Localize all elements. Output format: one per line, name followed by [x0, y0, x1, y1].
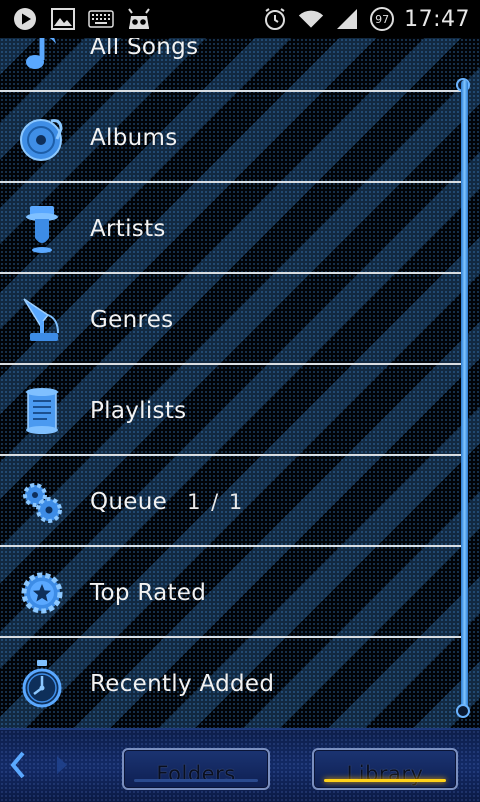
list-item-label: Artists: [90, 215, 166, 242]
clock: 17:47: [404, 6, 470, 32]
list-item-all-songs[interactable]: All Songs: [0, 38, 462, 92]
bottom-bar: Folders Library: [0, 728, 480, 802]
library-tab-button[interactable]: Library: [312, 748, 458, 790]
list-item-label: Genres: [90, 306, 174, 333]
play-icon: [12, 7, 38, 31]
signal-icon: [334, 7, 360, 31]
music-note-icon: [14, 38, 70, 75]
list-item-label: Albums: [90, 124, 178, 151]
divider: [0, 363, 462, 365]
list-item-label: All Songs: [90, 38, 199, 60]
list-item-recently-added[interactable]: Recently Added: [0, 638, 462, 728]
list-item-label: Top Rated: [90, 579, 207, 606]
list-item-playlists[interactable]: Playlists: [0, 365, 462, 456]
folders-tab-button[interactable]: Folders: [122, 748, 270, 790]
wifi-icon: [298, 7, 324, 31]
top-hat-icon: [14, 201, 70, 257]
list-item-label: Queue: [90, 488, 168, 515]
library-list-area[interactable]: All Songs Albums Artists Genres Playlist…: [0, 38, 480, 728]
scrollbar-bottom-cap: [456, 704, 470, 718]
list-item-label: Recently Added: [90, 670, 275, 697]
status-bar: 97 17:47: [0, 0, 480, 38]
divider: [0, 181, 462, 183]
list-item-label: Playlists: [90, 397, 187, 424]
folders-tab-label: Folders: [156, 762, 236, 786]
star-badge-icon: [14, 565, 70, 621]
scroll-icon: [14, 383, 70, 439]
gramophone-icon: [14, 292, 70, 348]
list-item-queue[interactable]: Queue 1 / 1: [0, 456, 462, 547]
folders-tab-indicator: [134, 779, 258, 782]
image-icon: [50, 7, 76, 31]
list-item-genres[interactable]: Genres: [0, 274, 462, 365]
android-head-icon: [126, 7, 152, 31]
divider: [0, 272, 462, 274]
divider: [0, 90, 462, 92]
list-item-top-rated[interactable]: Top Rated: [0, 547, 462, 638]
alarm-icon: [262, 7, 288, 31]
vinyl-disc-icon: [14, 110, 70, 166]
stopwatch-icon: [14, 656, 70, 712]
list-item-artists[interactable]: Artists: [0, 183, 462, 274]
scrollbar[interactable]: [456, 38, 470, 718]
divider: [0, 454, 462, 456]
library-tab-indicator: [324, 779, 446, 782]
scrollbar-thumb[interactable]: [461, 80, 468, 710]
divider: [0, 636, 462, 638]
keyboard-icon: [88, 7, 114, 31]
battery-icon: 97: [370, 7, 395, 31]
forward-arrow-icon[interactable]: [50, 750, 74, 780]
divider: [0, 545, 462, 547]
queue-count: 1 / 1: [187, 489, 245, 514]
library-tab-label: Library: [346, 762, 424, 786]
back-arrow-icon[interactable]: [6, 750, 30, 780]
list-item-albums[interactable]: Albums: [0, 92, 462, 183]
gears-icon: [14, 474, 70, 530]
